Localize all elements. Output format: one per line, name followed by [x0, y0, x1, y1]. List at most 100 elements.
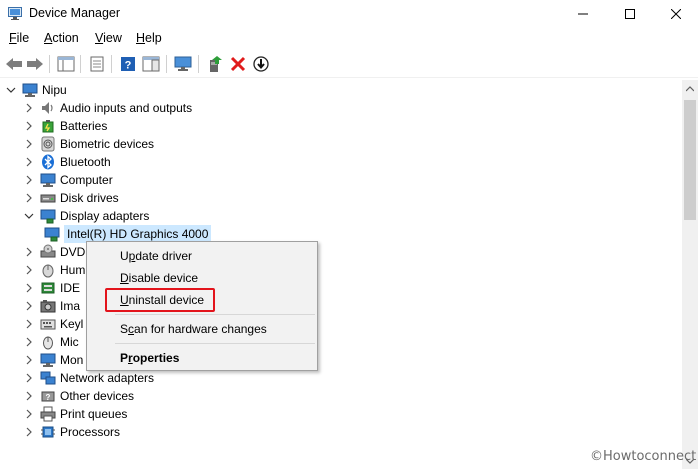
tree-item-label: Network adapters: [60, 371, 155, 385]
tree-category-computer[interactable]: Computer: [24, 171, 113, 189]
context-menu-scan-hardware[interactable]: Scan for hardware changes: [120, 319, 267, 339]
tree-item-label: Mon: [60, 353, 84, 367]
camera-icon: [40, 298, 56, 314]
bluetooth-icon: [40, 154, 56, 170]
chevron-right-icon[interactable]: [24, 171, 34, 189]
tree-category-biometric-devices[interactable]: Biometric devices: [24, 135, 154, 153]
menu-bar: File Action View Help: [0, 28, 698, 50]
toolbar-separator: [198, 55, 199, 73]
toolbar-separator: [166, 55, 167, 73]
chevron-right-icon[interactable]: [24, 297, 34, 315]
maximize-icon: [625, 9, 635, 19]
chevron-right-icon[interactable]: [24, 315, 34, 333]
toolbar-separator: [111, 55, 112, 73]
properties-button[interactable]: [87, 54, 107, 74]
chevron-right-icon[interactable]: [24, 243, 34, 261]
back-button[interactable]: [4, 54, 24, 74]
display-adapter-icon: [44, 226, 60, 242]
chevron-right-icon[interactable]: [24, 333, 34, 351]
context-menu-properties[interactable]: Properties: [120, 348, 179, 368]
close-button[interactable]: [653, 0, 698, 28]
tree-root-node[interactable]: Nipu: [6, 81, 67, 99]
back-arrow-icon: [6, 58, 22, 70]
tree-root-label: Nipu: [42, 83, 67, 97]
disk-drive-icon: [40, 190, 56, 206]
chevron-right-icon[interactable]: [24, 153, 34, 171]
scroll-up-button[interactable]: [682, 80, 698, 97]
chevron-right-icon[interactable]: [24, 369, 34, 387]
menu-action-label: ction: [52, 31, 79, 45]
tree-category-keyl[interactable]: Keyl: [24, 315, 83, 333]
menu-help[interactable]: Help: [136, 31, 162, 45]
chevron-right-icon[interactable]: [24, 279, 34, 297]
tree-item-label: IDE: [60, 281, 81, 295]
vertical-scrollbar[interactable]: [682, 80, 698, 469]
tree-item-label: Print queues: [60, 407, 128, 421]
tree-category-mon[interactable]: Mon: [24, 351, 83, 369]
chevron-right-icon[interactable]: [24, 351, 34, 369]
speaker-icon: [40, 100, 56, 116]
help-button[interactable]: ?: [118, 54, 138, 74]
scroll-thumb[interactable]: [684, 100, 696, 220]
tree-category-other-devices[interactable]: ? Other devices: [24, 387, 134, 405]
computer-icon: [40, 172, 56, 188]
svg-text:?: ?: [125, 60, 132, 72]
toolbar-separator: [80, 55, 81, 73]
uninstall-device-button[interactable]: [228, 54, 248, 74]
tree-item-label: Processors: [60, 425, 121, 439]
tree-category-ima[interactable]: Ima: [24, 297, 80, 315]
tree-category-dvd[interactable]: DVD: [24, 243, 85, 261]
tree-category-processors[interactable]: Processors: [24, 423, 120, 441]
minimize-button[interactable]: [560, 0, 606, 28]
maximize-button[interactable]: [607, 0, 653, 28]
tree-item-label: Audio inputs and outputs: [60, 101, 193, 115]
scan-hardware-button[interactable]: [173, 54, 193, 74]
ide-controller-icon: [40, 280, 56, 296]
show-hide-console-tree-button[interactable]: [56, 54, 76, 74]
chevron-right-icon[interactable]: [24, 423, 34, 441]
chevron-right-icon[interactable]: [24, 99, 34, 117]
chevron-down-icon[interactable]: [24, 207, 34, 225]
tree-category-display-adapters[interactable]: Display adapters: [24, 207, 149, 225]
tree-category-audio-inputs-and-outputs[interactable]: Audio inputs and outputs: [24, 99, 192, 117]
tree-item-label: Bluetooth: [60, 155, 111, 169]
menu-action[interactable]: Action: [44, 31, 79, 45]
chevron-right-icon[interactable]: [24, 189, 34, 207]
chevron-right-icon[interactable]: [24, 261, 34, 279]
menu-help-mnemonic: H: [136, 31, 146, 45]
tree-item-label: DVD: [60, 245, 86, 259]
chevron-right-icon[interactable]: [24, 387, 34, 405]
tree-category-network-adapters[interactable]: Network adapters: [24, 369, 154, 387]
properties-sheet-icon: [90, 56, 104, 72]
context-menu-update-driver[interactable]: Update driver: [120, 246, 192, 266]
forward-button[interactable]: [25, 54, 45, 74]
display-adapter-icon: [40, 208, 56, 224]
menu-file[interactable]: File: [9, 31, 29, 45]
action-pane-button[interactable]: [141, 54, 161, 74]
disable-device-label: Disable device: [120, 271, 199, 285]
chevron-right-icon[interactable]: [24, 117, 34, 135]
processor-icon: [40, 424, 56, 440]
tree-category-bluetooth[interactable]: Bluetooth: [24, 153, 111, 171]
tree-category-mic[interactable]: Mic: [24, 333, 79, 351]
enable-device-button[interactable]: [251, 54, 271, 74]
tree-item-label: Mic: [60, 335, 79, 349]
tree-category-hum[interactable]: Hum: [24, 261, 85, 279]
tree-category-disk-drives[interactable]: Disk drives: [24, 189, 119, 207]
tree-category-ide[interactable]: IDE: [24, 279, 80, 297]
network-adapter-icon: [40, 370, 56, 386]
menu-file-label: ile: [16, 31, 30, 45]
chevron-right-icon[interactable]: [24, 135, 34, 153]
chevron-down-icon[interactable]: [6, 81, 16, 99]
tree-category-batteries[interactable]: Batteries: [24, 117, 107, 135]
chevron-right-icon[interactable]: [24, 405, 34, 423]
toolbar: ?: [0, 50, 698, 78]
tree-item-label: Disk drives: [60, 191, 119, 205]
update-driver-button[interactable]: [205, 54, 225, 74]
menu-view[interactable]: View: [95, 31, 122, 45]
tree-category-print-queues[interactable]: Print queues: [24, 405, 127, 423]
tree-item-label: Batteries: [60, 119, 108, 133]
context-menu-disable-device[interactable]: Disable device: [120, 268, 198, 288]
device-manager-app-icon: [8, 7, 22, 20]
tree-item-label: Biometric devices: [60, 137, 155, 151]
